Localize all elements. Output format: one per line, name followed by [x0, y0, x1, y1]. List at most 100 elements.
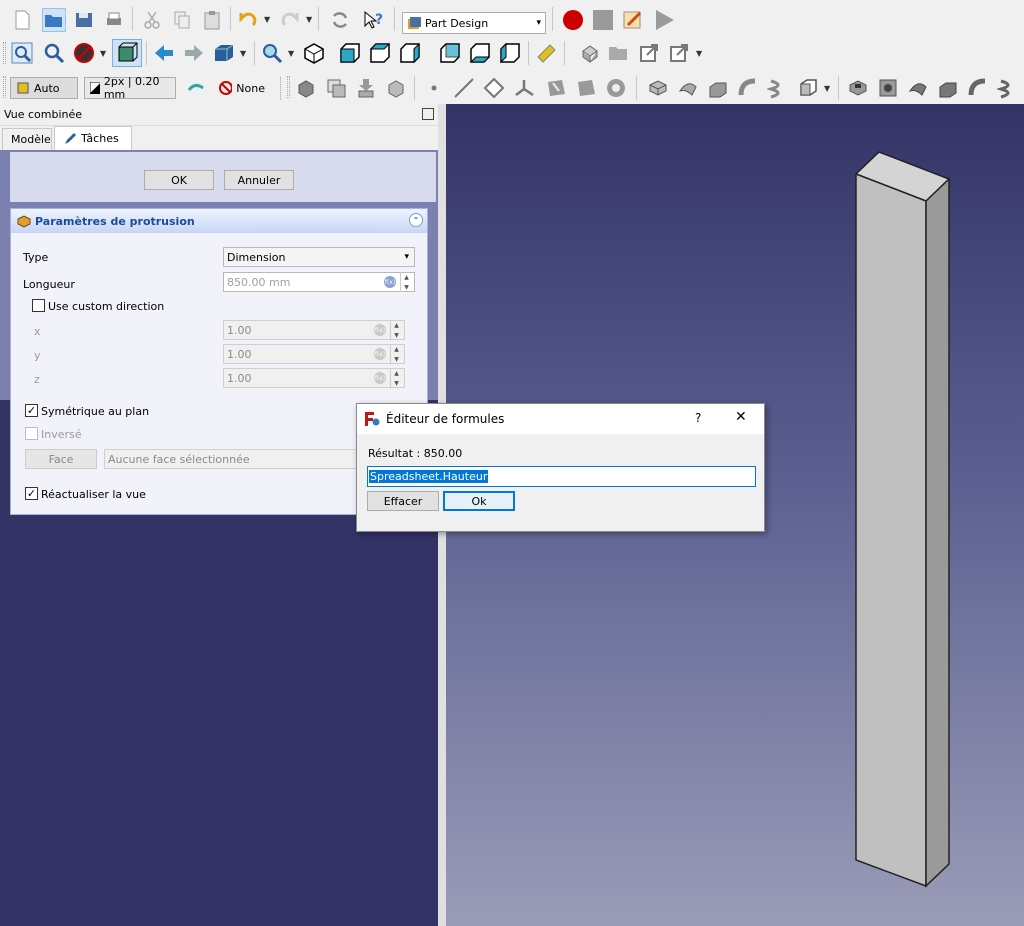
revolution-icon[interactable]: [676, 76, 700, 100]
print-icon[interactable]: [102, 8, 126, 32]
macro-edit-icon[interactable]: [621, 8, 645, 32]
sketch-icon[interactable]: [544, 76, 568, 100]
view-right-icon[interactable]: [398, 41, 422, 65]
clone-icon[interactable]: [324, 76, 348, 100]
measure-icon[interactable]: [534, 41, 558, 65]
subtractive-loft-icon[interactable]: [936, 76, 960, 100]
task-ok-button[interactable]: OK: [144, 170, 214, 190]
datum-plane-icon[interactable]: [482, 76, 506, 100]
close-icon[interactable]: ✕: [735, 409, 747, 425]
forward-arrow-icon[interactable]: [182, 41, 206, 65]
face-button[interactable]: Face: [25, 449, 97, 469]
part-icon[interactable]: [578, 41, 602, 65]
z-expression-icon[interactable]: f(x): [374, 372, 386, 384]
link-actions-icon[interactable]: [668, 41, 692, 65]
record-macro-icon[interactable]: [561, 8, 585, 32]
additive-loft-icon[interactable]: [706, 76, 730, 100]
new-document-icon[interactable]: [10, 8, 34, 32]
redo-icon[interactable]: [278, 8, 302, 32]
paste-icon[interactable]: [200, 8, 224, 32]
zoom-icon[interactable]: [260, 41, 284, 65]
back-arrow-icon[interactable]: [152, 41, 176, 65]
length-spinner[interactable]: ▲ ▼: [400, 272, 412, 292]
type-select[interactable]: Dimension ▾: [223, 247, 415, 267]
local-cs-icon[interactable]: [512, 76, 536, 100]
custom-direction-checkbox[interactable]: [32, 299, 45, 312]
hole-icon[interactable]: [876, 76, 900, 100]
check-geometry-icon[interactable]: [604, 76, 628, 100]
toggle-construction-icon[interactable]: [184, 76, 208, 100]
draw-style-icon[interactable]: [72, 41, 96, 65]
subshape-binder-icon[interactable]: [384, 76, 408, 100]
y-input[interactable]: 1.00 f(x) ▲ ▼: [223, 344, 405, 364]
z-input[interactable]: 1.00 f(x) ▲ ▼: [223, 368, 405, 388]
pad-parameters-header[interactable]: Paramètres de protrusion ⌃: [11, 209, 427, 233]
additive-pipe-icon[interactable]: [736, 76, 760, 100]
x-expression-icon[interactable]: f(x): [374, 324, 386, 336]
help-icon[interactable]: ?: [695, 411, 701, 425]
whats-this-icon[interactable]: ?: [362, 8, 386, 32]
redo-dropdown-icon[interactable]: ▼: [306, 15, 312, 24]
task-cancel-button[interactable]: Annuler: [224, 170, 294, 190]
link-icon[interactable]: [638, 41, 662, 65]
undo-dropdown-icon[interactable]: ▼: [264, 15, 270, 24]
cut-icon[interactable]: [140, 8, 164, 32]
view-front-icon[interactable]: [338, 41, 362, 65]
x-spinner[interactable]: ▲ ▼: [390, 320, 402, 340]
reversed-checkbox[interactable]: [25, 427, 38, 440]
datum-line-icon[interactable]: [452, 76, 476, 100]
float-panel-icon[interactable]: [422, 108, 434, 120]
formula-ok-button[interactable]: Ok: [443, 491, 515, 511]
view-rear-icon[interactable]: [438, 41, 462, 65]
draw-style-dropdown-icon[interactable]: ▼: [100, 49, 106, 58]
view-left-icon[interactable]: [498, 41, 522, 65]
pocket-icon[interactable]: [846, 76, 870, 100]
datum-point-icon[interactable]: [422, 76, 446, 100]
tab-model[interactable]: Modèle: [2, 128, 52, 150]
execute-macro-icon[interactable]: [652, 8, 676, 32]
stop-macro-icon[interactable]: [591, 8, 615, 32]
additive-helix-icon[interactable]: [766, 76, 790, 100]
tab-tasks[interactable]: Tâches: [54, 126, 132, 150]
subtractive-helix-icon[interactable]: [996, 76, 1020, 100]
x-input[interactable]: 1.00 f(x) ▲ ▼: [223, 320, 405, 340]
refresh-icon[interactable]: [328, 8, 352, 32]
open-folder-icon[interactable]: [42, 8, 66, 32]
refresh-view-checkbox[interactable]: ✓: [25, 487, 38, 500]
validate-sketch-icon[interactable]: [574, 76, 598, 100]
shape-binder-icon[interactable]: [354, 76, 378, 100]
views-dropdown-icon[interactable]: ▼: [240, 49, 246, 58]
draw-style-auto-button[interactable]: Auto: [10, 77, 78, 99]
view-isometric-icon[interactable]: [302, 41, 326, 65]
z-spinner[interactable]: ▲ ▼: [390, 368, 402, 388]
save-icon[interactable]: [72, 8, 96, 32]
undo-icon[interactable]: [236, 8, 260, 32]
copy-icon[interactable]: [170, 8, 194, 32]
y-spinner[interactable]: ▲ ▼: [390, 344, 402, 364]
view-bottom-icon[interactable]: [468, 41, 492, 65]
subtractive-pipe-icon[interactable]: [966, 76, 990, 100]
formula-expression-input[interactable]: Spreadsheet.Hauteur: [367, 466, 756, 487]
std-views-icon[interactable]: [212, 41, 236, 65]
view-top-icon[interactable]: [368, 41, 392, 65]
group-icon[interactable]: [606, 41, 630, 65]
selection-filter-button[interactable]: None: [214, 77, 270, 99]
workbench-selector[interactable]: Part Design ▾: [402, 12, 546, 34]
primitive-dropdown-icon[interactable]: ▼: [824, 84, 830, 93]
groove-icon[interactable]: [906, 76, 930, 100]
expression-icon[interactable]: f(x): [384, 276, 396, 288]
clear-button[interactable]: Effacer: [367, 491, 439, 511]
bounding-box-icon[interactable]: [112, 39, 142, 67]
fit-selection-icon[interactable]: [42, 41, 66, 65]
symmetric-checkbox[interactable]: ✓: [25, 404, 38, 417]
body-icon[interactable]: [294, 76, 318, 100]
additive-primitive-icon[interactable]: [796, 76, 820, 100]
line-width-button[interactable]: 2px | 0.20 mm: [84, 75, 176, 101]
pad-icon[interactable]: [646, 76, 670, 100]
fit-all-icon[interactable]: [10, 41, 34, 65]
link-dropdown-icon[interactable]: ▼: [696, 49, 702, 58]
collapse-icon[interactable]: ⌃: [409, 213, 423, 227]
zoom-dropdown-icon[interactable]: ▼: [288, 49, 294, 58]
length-input[interactable]: 850.00 mm f(x) ▲ ▼: [223, 272, 415, 292]
y-expression-icon[interactable]: f(x): [374, 348, 386, 360]
